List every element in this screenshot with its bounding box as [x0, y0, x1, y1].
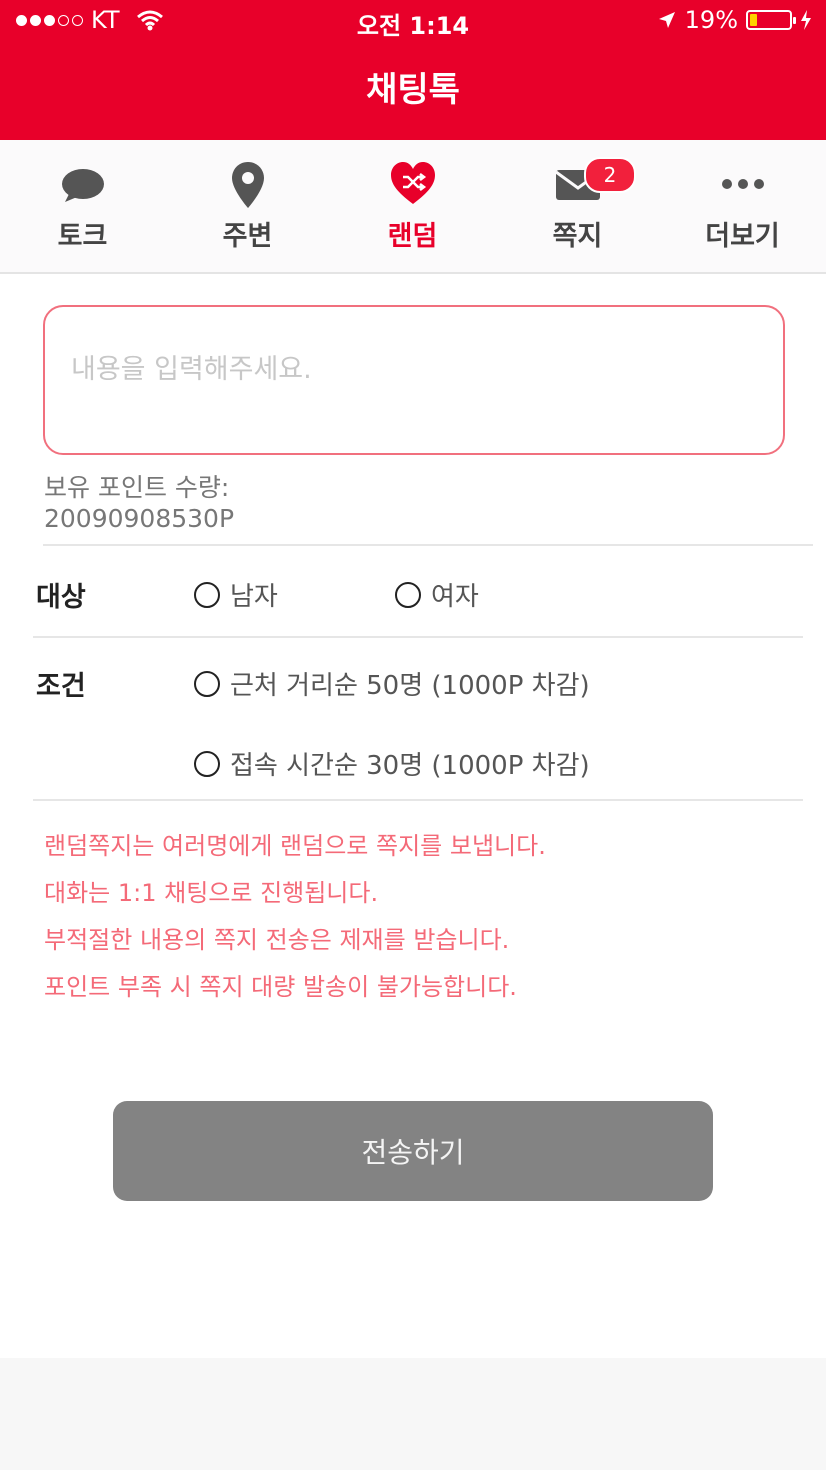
- location-arrow-icon: [658, 12, 675, 28]
- notice-text: 대화는 1:1 채팅으로 진행됩니다.: [44, 879, 379, 907]
- charging-bolt-icon: [801, 10, 811, 30]
- divider: [33, 799, 803, 801]
- radio-male[interactable]: 남자: [194, 576, 278, 613]
- heart-shuffle-icon: [390, 162, 435, 204]
- radio-female[interactable]: 여자: [395, 576, 479, 613]
- more-dots-icon: [721, 179, 764, 189]
- unread-badge: 2: [584, 157, 636, 193]
- tab-messages[interactable]: 쪽지: [495, 140, 660, 272]
- tab-nearby[interactable]: 주변: [165, 140, 330, 272]
- divider: [33, 636, 803, 638]
- notice-text: 포인트 부족 시 쪽지 대량 발송이 불가능합니다.: [44, 973, 517, 1001]
- tab-more[interactable]: 더보기: [660, 140, 825, 272]
- bottom-area: [0, 1358, 826, 1470]
- target-label: 대상: [36, 582, 86, 613]
- page-title: 채팅톡: [366, 70, 460, 110]
- points-value: 20090908530P: [44, 504, 235, 533]
- location-pin-icon: [231, 162, 264, 208]
- divider: [43, 544, 813, 546]
- radio-circle[interactable]: [194, 750, 220, 777]
- send-button[interactable]: 전송하기: [113, 1101, 713, 1201]
- message-input[interactable]: [43, 305, 785, 455]
- battery-icon: [746, 10, 796, 30]
- app-header: KT 오전 1:14 19% 채팅톡: [0, 0, 826, 140]
- radio-label: 남자: [230, 582, 278, 612]
- condition-label: 조건: [36, 671, 86, 702]
- notice-text: 부적절한 내용의 쪽지 전송은 제재를 받습니다.: [44, 926, 510, 954]
- tab-label: 랜덤: [387, 221, 438, 252]
- tab-label: 토크: [57, 221, 108, 252]
- radio-label: 근처 거리순 50명 (1000P 차감): [230, 671, 590, 701]
- radio-circle[interactable]: [395, 581, 421, 608]
- speech-bubble-icon: [61, 169, 104, 202]
- radio-label: 접속 시간순 30명 (1000P 차감): [230, 751, 590, 781]
- points-label: 보유 포인트 수량:: [44, 473, 230, 502]
- tab-label: 주변: [222, 221, 273, 252]
- battery-percent: 19%: [684, 6, 738, 34]
- tab-label: 쪽지: [552, 221, 603, 252]
- status-right: 19%: [657, 6, 812, 34]
- radio-access-time[interactable]: 접속 시간순 30명 (1000P 차감): [194, 745, 590, 782]
- radio-nearby-distance[interactable]: 근처 거리순 50명 (1000P 차감): [194, 665, 590, 702]
- notice-text: 랜덤쪽지는 여러명에게 랜덤으로 쪽지를 보냅니다.: [44, 832, 546, 860]
- radio-circle[interactable]: [194, 581, 220, 608]
- tab-talk[interactable]: 토크: [0, 140, 165, 272]
- tab-bar: 토크 주변 랜덤 쪽지 더보기: [0, 140, 826, 274]
- radio-label: 여자: [431, 582, 479, 612]
- status-bar: KT 오전 1:14 19%: [0, 0, 826, 44]
- tab-label: 더보기: [705, 221, 780, 252]
- radio-circle[interactable]: [194, 670, 220, 697]
- tab-random[interactable]: 랜덤: [330, 140, 495, 272]
